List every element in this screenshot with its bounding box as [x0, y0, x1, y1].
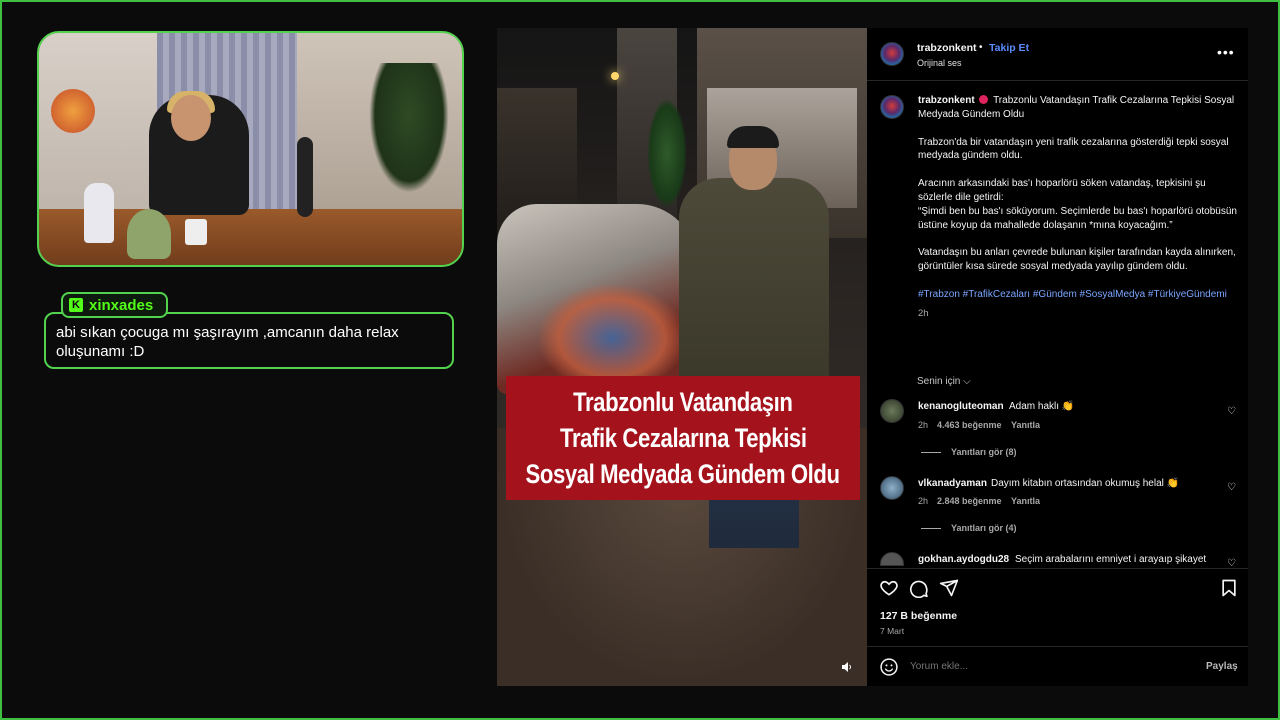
post-comment-button[interactable]: Paylaş: [1206, 661, 1238, 672]
banner-line: Trafik Cezalarına Tepkisi: [559, 423, 807, 453]
comment-username[interactable]: kenanogluteoman: [918, 401, 1004, 412]
commenter-avatar[interactable]: [880, 552, 904, 566]
post-panel: trabzonkent • Takip Et Orijinal ses ••• …: [867, 28, 1248, 686]
view-replies-label: Yanıtları gör (4): [951, 523, 1017, 533]
reply-button[interactable]: Yanıtla: [1011, 496, 1040, 506]
comment-like-heart-icon[interactable]: ♡: [1227, 406, 1238, 417]
chevron-down-icon: ⌵: [963, 376, 971, 387]
video-man: [679, 178, 829, 388]
comment-time: 2h: [918, 496, 929, 506]
author-avatar[interactable]: [880, 42, 904, 66]
comment-text: Adam haklı 👏: [1009, 401, 1075, 412]
comment-input[interactable]: [910, 661, 1160, 672]
microphone: [297, 137, 313, 217]
webcam-plant: [369, 63, 449, 193]
reply-button[interactable]: Yanıtla: [1011, 420, 1040, 430]
post-caption: trabzonkent Trabzonlu Vatandaşın Trafik …: [918, 94, 1238, 321]
commenter-avatar[interactable]: [880, 399, 904, 423]
comment-time: 2h: [918, 420, 929, 430]
comment-like-heart-icon[interactable]: ♡: [1227, 482, 1238, 493]
kick-logo-icon: K: [69, 298, 83, 312]
caption-avatar[interactable]: [880, 95, 904, 119]
commenter-avatar[interactable]: [880, 476, 904, 500]
sort-label: Senin için: [917, 376, 961, 387]
emoji-icon[interactable]: [879, 657, 899, 677]
post-date: 7 Mart: [880, 626, 905, 636]
separator-dot: •: [979, 42, 983, 53]
comment-bubble-icon[interactable]: [909, 578, 929, 599]
caption-hashtags[interactable]: #Trabzon #TrafikCezaları #Gündem #Sosyal…: [918, 288, 1238, 302]
video-headline-banner: Trabzonlu Vatandaşın Trafik Cezalarına T…: [506, 376, 860, 500]
replies-line: [921, 527, 941, 529]
divider: [867, 80, 1248, 81]
follow-button[interactable]: Takip Et: [989, 42, 1029, 54]
post-actions: [879, 578, 1239, 599]
like-heart-icon[interactable]: [879, 578, 899, 598]
author-username[interactable]: trabzonkent: [917, 42, 977, 54]
chat-message-text: abi sıkan çocuga mı şaşırayım ,amcanın d…: [56, 324, 399, 360]
robot-figure: [84, 183, 114, 243]
chat-message: abi sıkan çocuga mı şaşırayım ,amcanın d…: [44, 312, 454, 369]
likes-count[interactable]: 127 B beğenme: [880, 610, 957, 622]
cup: [185, 219, 207, 245]
divider: [867, 568, 1248, 569]
share-send-icon[interactable]: [939, 578, 959, 598]
divider: [867, 646, 1248, 647]
caption-paragraph: Aracının arkasındaki bas'ı hoparlörü sök…: [918, 178, 1206, 203]
webcam-wall-art: [51, 89, 95, 133]
banner-line: Trabzonlu Vatandaşın: [573, 387, 793, 417]
comment-username[interactable]: vlkanadyaman: [918, 478, 987, 489]
view-replies-button[interactable]: Yanıtları gör (4): [921, 523, 1017, 533]
comment-text: Dayım kitabın ortasından okumuş helal 👏: [991, 478, 1180, 489]
caption-time: 2h: [918, 307, 929, 319]
view-replies-button[interactable]: Yanıtları gör (8): [921, 447, 1017, 457]
reel-video[interactable]: Trabzonlu Vatandaşın Trafik Cezalarına T…: [497, 28, 867, 686]
caption-paragraph: Trabzon'da bir vatandaşın yeni trafik ce…: [918, 136, 1229, 162]
caption-quote: “Şimdi ben bu bas'ı söküyorum. Seçimlerd…: [918, 205, 1237, 231]
comment-sort-dropdown[interactable]: Senin için ⌵: [917, 376, 971, 387]
red-circle-icon: [979, 95, 989, 104]
replies-line: [921, 451, 941, 453]
audio-label[interactable]: Orijinal ses: [917, 58, 962, 68]
video-tree: [647, 98, 687, 208]
caption-paragraph: Vatandaşın bu anları çevrede bulunan kiş…: [918, 247, 1236, 273]
comment-text: Seçim arabalarını emniyet i arayaıp şika…: [1015, 554, 1207, 565]
streamer-head: [171, 95, 211, 141]
speaker-icon[interactable]: [838, 658, 856, 676]
comment-likes[interactable]: 4.463 beğenme: [937, 420, 1002, 430]
video-man-cap: [727, 126, 779, 148]
more-options-icon[interactable]: •••: [1217, 44, 1235, 60]
caption-username[interactable]: trabzonkent: [918, 95, 975, 106]
chat-username: xinxades: [89, 296, 154, 314]
bookmark-icon[interactable]: [1219, 578, 1239, 598]
comment-likes[interactable]: 2.848 beğenme: [937, 496, 1002, 506]
view-replies-label: Yanıtları gör (8): [951, 447, 1017, 457]
yoda-figure: [127, 209, 171, 259]
comment-username[interactable]: gokhan.aydogdu28: [918, 554, 1009, 565]
video-streetlight: [611, 72, 619, 80]
banner-line: Sosyal Medyada Gündem Oldu: [525, 459, 841, 489]
chat-username-badge: K xinxades: [61, 292, 168, 318]
webcam-feed: [37, 31, 464, 267]
